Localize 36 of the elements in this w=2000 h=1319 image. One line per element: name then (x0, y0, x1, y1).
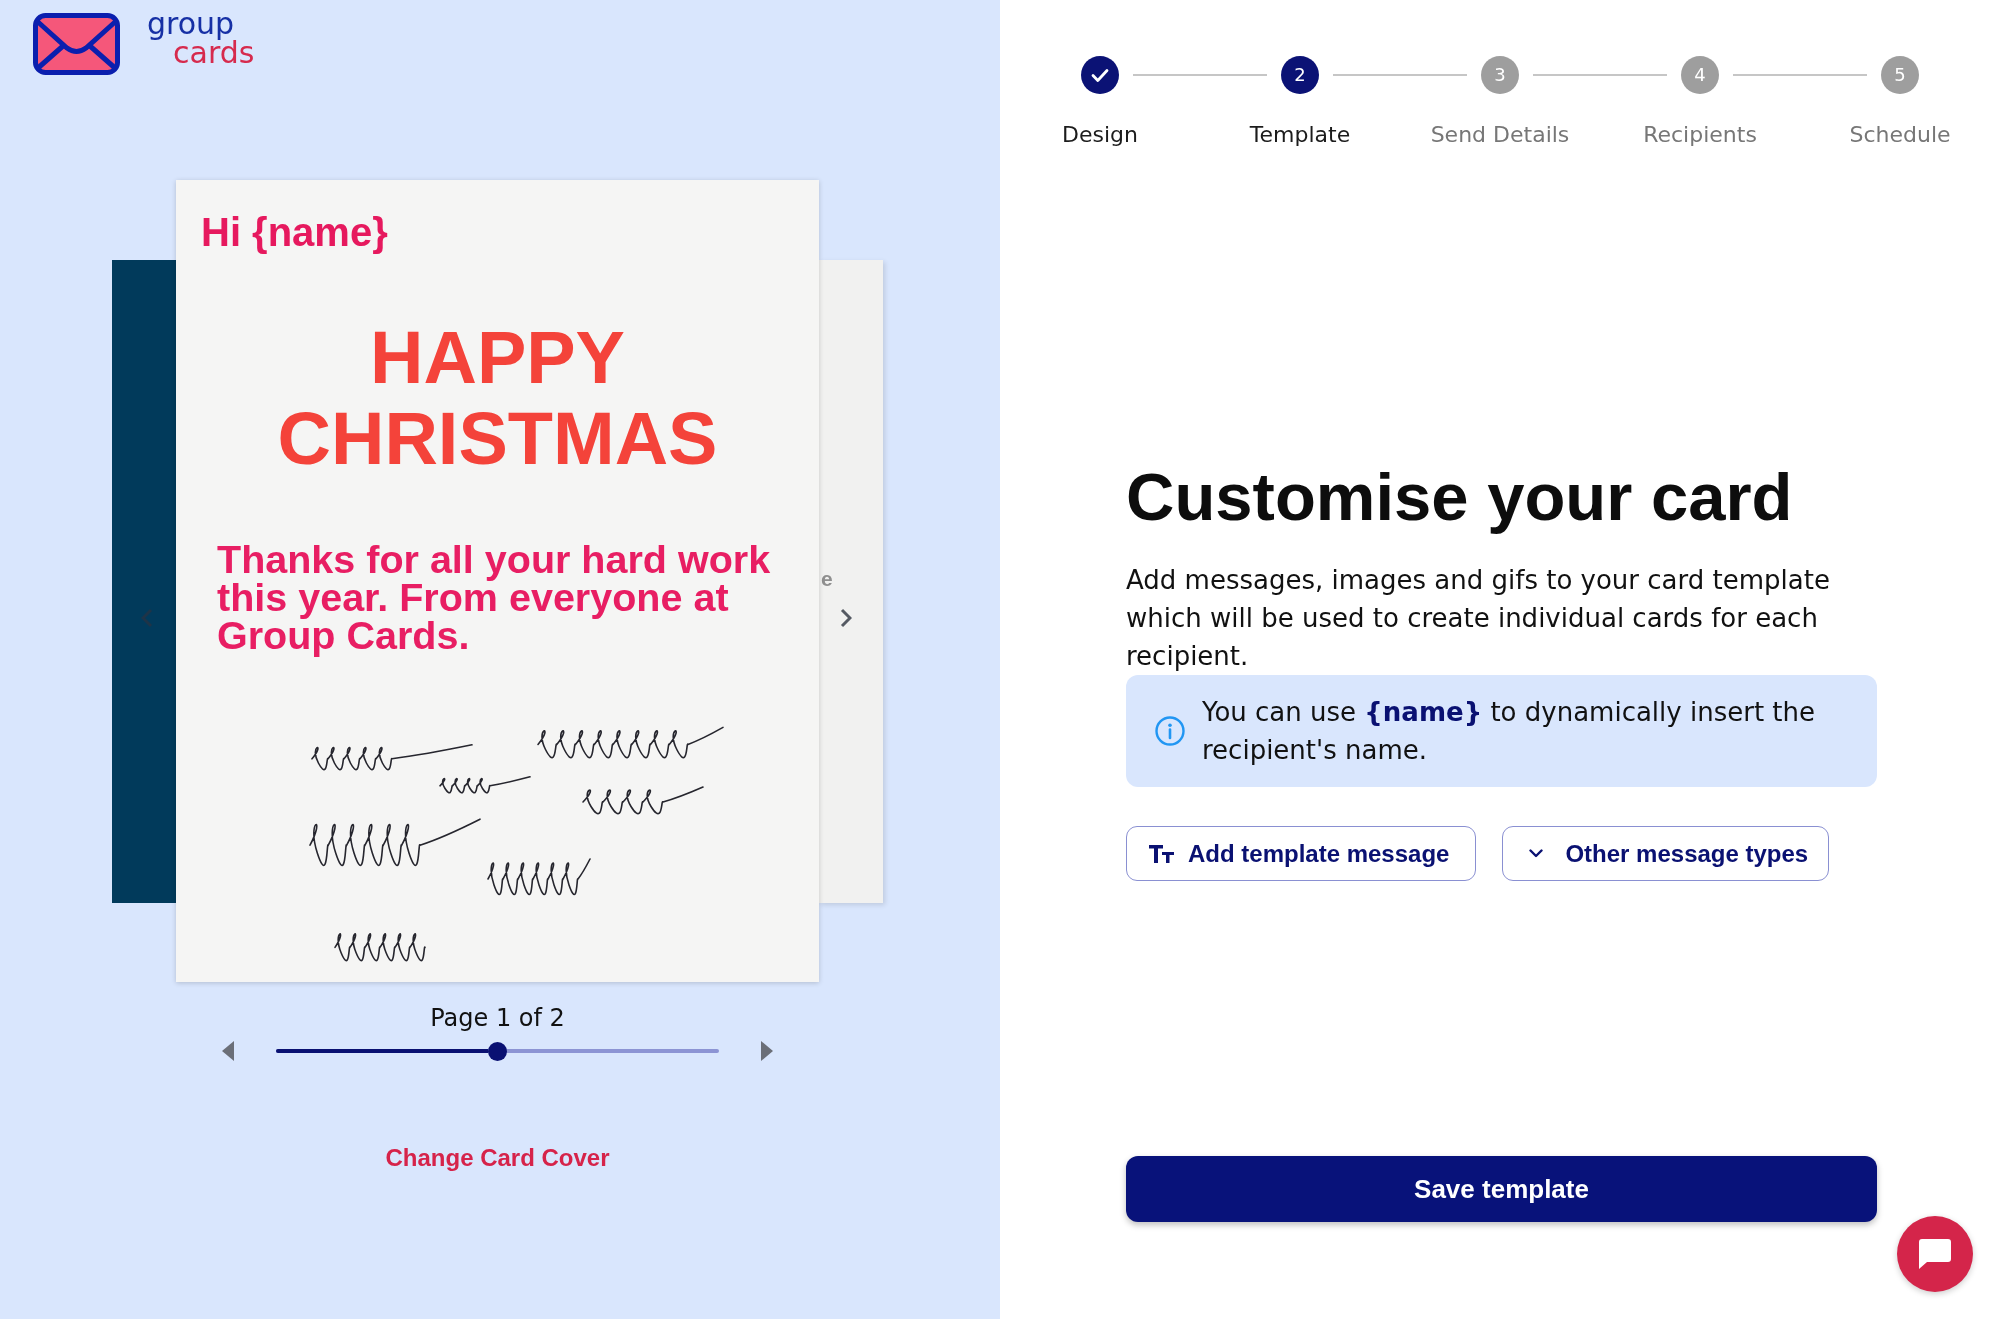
page-text: e (821, 566, 833, 592)
step-circle[interactable]: 5 (1881, 56, 1919, 94)
add-message-button[interactable]: Add template message (1126, 826, 1477, 881)
chevron-down-icon (1529, 849, 1544, 858)
description-text: Add messages, images and gifs to your card template which will be used to create individual cards for each recipient. (1126, 564, 1831, 673)
left-triangle-icon[interactable] (222, 1041, 234, 1061)
step-label[interactable]: Template (1249, 120, 1351, 150)
save-template-button[interactable]: Save template (1126, 1156, 1877, 1222)
chevron-right-icon[interactable] (840, 608, 852, 628)
step-circle[interactable] (1081, 56, 1119, 94)
chat-bubble-icon (1919, 1239, 1951, 1269)
step-label[interactable]: Design (1062, 120, 1138, 150)
envelope-logo-icon (33, 13, 120, 75)
page-heading: Customise your card (1126, 458, 1793, 536)
logo-text: group (147, 9, 235, 38)
step-number: 2 (1294, 65, 1306, 85)
dropdown-button[interactable]: Other message types (1502, 826, 1830, 881)
info-icon (1155, 716, 1185, 746)
checkmark-icon (1091, 67, 1109, 83)
step-label[interactable]: Schedule (1849, 120, 1951, 150)
text-size-icon (1149, 844, 1174, 863)
change-cover-link[interactable]: Change Card Cover (385, 1142, 610, 1174)
slider-thumb[interactable] (488, 1041, 507, 1061)
step-label[interactable]: Recipients (1643, 120, 1757, 150)
step-number: 3 (1494, 65, 1506, 85)
page-indicator: Page 1 of 2 (430, 1003, 565, 1034)
step-number: 4 (1694, 65, 1706, 85)
right-triangle-icon[interactable] (761, 1041, 773, 1061)
card-greeting: Hi {name} (201, 209, 388, 256)
step-number: 5 (1894, 65, 1906, 85)
card-title: HAPPY CHRISTMAS (276, 317, 719, 479)
step-label[interactable]: Send Details (1430, 120, 1570, 150)
step-circle[interactable]: 3 (1481, 56, 1519, 94)
step-circle[interactable]: 2 (1281, 56, 1319, 94)
info-text: You can use {name} to dynamically insert the recipient's name. (1202, 696, 1817, 767)
step-circle[interactable]: 4 (1681, 56, 1719, 94)
